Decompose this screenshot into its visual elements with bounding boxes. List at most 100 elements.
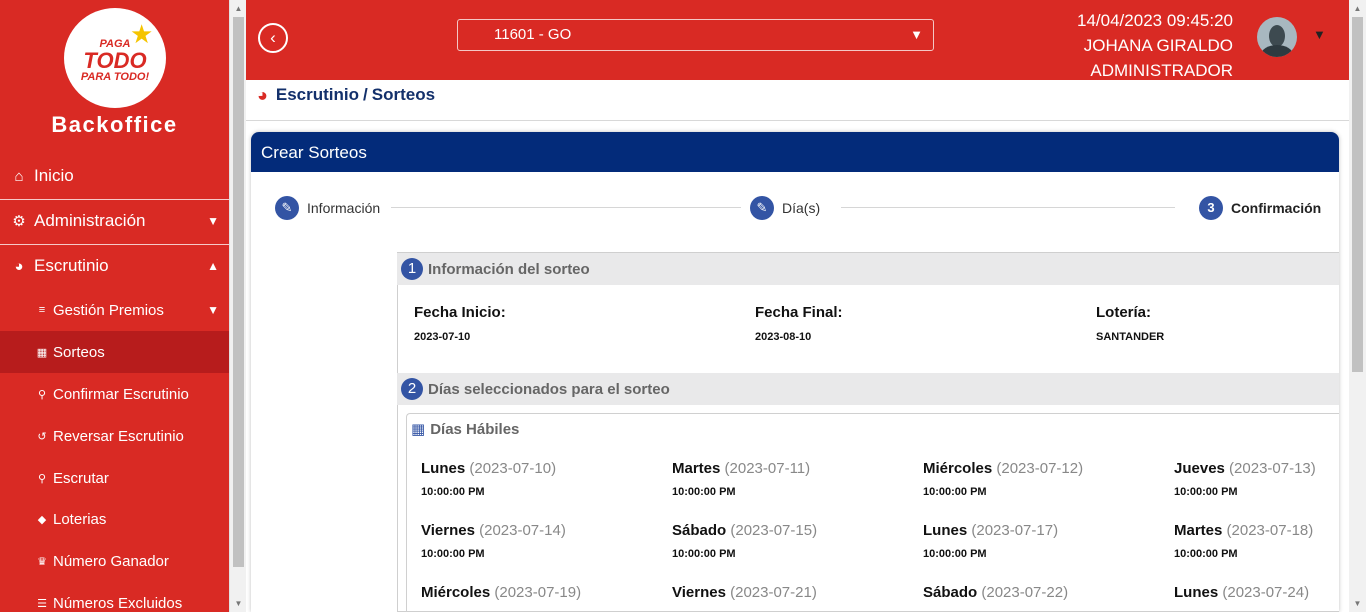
- business-days-box: [406, 413, 1339, 612]
- sidebar-item-label: Gestión Premios: [53, 301, 164, 319]
- scroll-down-arrow-icon[interactable]: ▼: [1349, 595, 1366, 612]
- logo-line-3: PARA TODO!: [80, 71, 150, 83]
- sidebar-item-label: Inicio: [34, 166, 74, 185]
- datetime: 14/04/2023 09:45:20: [1077, 11, 1233, 30]
- trophy-icon: ♛: [37, 555, 47, 568]
- day-weekday: Viernes: [421, 522, 475, 539]
- brand-title: Backoffice: [51, 112, 178, 137]
- sidebar-scrollbar[interactable]: ▲ ▼: [229, 0, 246, 612]
- scroll-up-arrow-icon[interactable]: ▲: [230, 0, 247, 17]
- field-label: Fecha Inicio:: [414, 304, 506, 321]
- day-date: (2023-07-15): [730, 522, 818, 539]
- sidebar-item-label: Sorteos: [53, 343, 105, 361]
- day-date: (2023-07-12): [996, 460, 1084, 477]
- gear-icon: ⚙: [12, 213, 26, 230]
- sidebar-item-escrutar[interactable]: ⚲ Escrutar: [0, 457, 229, 499]
- step-confirmacion[interactable]: 3 Confirmación: [1199, 196, 1321, 220]
- sidebar-item-escrutinio[interactable]: ◕ Escrutinio ▲: [0, 244, 229, 288]
- edit-icon: ✎: [750, 196, 774, 220]
- calendar-icon: ▦: [411, 421, 426, 438]
- user-menu-chevron-icon[interactable]: ▼: [1313, 27, 1326, 42]
- sidebar-item-label: Reversar Escrutinio: [53, 427, 184, 445]
- day-time: 10:00:00 PM: [1174, 486, 1238, 498]
- day-item: Miércoles (2023-07-19): [421, 584, 661, 601]
- scroll-down-arrow-icon[interactable]: ▼: [230, 595, 247, 612]
- day-date: (2023-07-17): [971, 522, 1059, 539]
- day-weekday: Viernes: [672, 584, 726, 601]
- logo-line-2: TODO: [83, 48, 147, 73]
- sidebar-item-reversar-escrutinio[interactable]: ↺ Reversar Escrutinio: [0, 415, 229, 457]
- section-header-info: 1 Información del sorteo: [397, 253, 1339, 285]
- day-weekday: Miércoles: [923, 460, 993, 477]
- day-date: (2023-07-22): [981, 584, 1069, 601]
- scrollbar-thumb[interactable]: [1352, 17, 1363, 372]
- day-date: (2023-07-21): [730, 584, 817, 601]
- day-time: 10:00:00 PM: [421, 548, 485, 560]
- day-date: (2023-07-13): [1229, 460, 1316, 477]
- step-dias[interactable]: ✎ Día(s): [750, 196, 820, 220]
- sidebar-item-confirmar-escrutinio[interactable]: ⚲ Confirmar Escrutinio: [0, 373, 229, 415]
- day-weekday: Lunes: [923, 522, 968, 539]
- scrollbar-thumb[interactable]: [233, 17, 244, 567]
- day-weekday: Sábado: [923, 584, 978, 601]
- step-connector: [391, 207, 741, 208]
- user-info: 14/04/2023 09:45:20 JOHANA GIRALDO ADMIN…: [1077, 8, 1233, 83]
- brand-logo[interactable]: ★ PAGA TODO PARA TODO!: [64, 8, 166, 108]
- field-loteria: Lotería: SANTANDER: [1096, 304, 1164, 343]
- calendar-icon: ▦: [36, 346, 48, 359]
- day-item: Sábado (2023-07-15) 10:00:00 PM: [672, 522, 912, 560]
- pie-chart-icon: ◕: [257, 84, 268, 105]
- home-icon: ⌂: [14, 167, 24, 185]
- day-time: 10:00:00 PM: [421, 486, 485, 498]
- day-item: Martes (2023-07-18) 10:00:00 PM: [1174, 522, 1339, 560]
- step-number: 3: [1199, 196, 1223, 220]
- sliders-icon: ≡: [38, 304, 46, 316]
- day-date: (2023-07-14): [479, 522, 566, 539]
- sidebar-item-numero-ganador[interactable]: ♛ Número Ganador: [0, 540, 229, 582]
- ticket-icon: ◆: [37, 513, 47, 526]
- top-bar: ‹ 11601 - GO ▼ 14/04/2023 09:45:20 JOHAN…: [246, 0, 1349, 80]
- sidebar-item-label: Números Excluidos: [53, 594, 183, 612]
- day-name: Viernes (2023-07-14): [421, 522, 661, 539]
- search-icon: ⚲: [37, 388, 47, 401]
- divider: [246, 120, 1349, 121]
- day-item: Lunes (2023-07-24): [1174, 584, 1339, 601]
- day-item: Viernes (2023-07-14) 10:00:00 PM: [421, 522, 661, 560]
- avatar[interactable]: [1257, 17, 1297, 57]
- business-days-label: Días Hábiles: [430, 420, 520, 438]
- sidebar-item-administracion[interactable]: ⚙ Administración ▼: [0, 199, 229, 243]
- back-button[interactable]: ‹: [258, 23, 288, 53]
- day-time: 10:00:00 PM: [923, 486, 987, 498]
- day-weekday: Miércoles: [421, 584, 491, 601]
- day-item: Martes (2023-07-11) 10:00:00 PM: [672, 460, 912, 498]
- day-date: (2023-07-11): [724, 460, 811, 477]
- chevron-up-icon: ▲: [207, 259, 219, 273]
- sidebar-item-label: Loterias: [53, 510, 107, 528]
- step-informacion[interactable]: ✎ Información: [275, 196, 380, 220]
- sidebar-item-numeros-excluidos[interactable]: ☰ Números Excluidos: [0, 582, 229, 612]
- sidebar-item-gestion-premios[interactable]: ≡ Gestión Premios ▼: [0, 289, 229, 331]
- sidebar-item-label: Escrutar: [53, 469, 109, 487]
- sidebar-item-inicio[interactable]: ⌂ Inicio: [0, 154, 229, 198]
- page-scrollbar[interactable]: ▲ ▼: [1349, 0, 1366, 612]
- day-date: (2023-07-10): [469, 460, 557, 477]
- breadcrumb-page: Sorteos: [371, 85, 436, 104]
- chevron-down-icon: ▼: [910, 27, 923, 42]
- scroll-up-arrow-icon[interactable]: ▲: [1349, 0, 1366, 17]
- office-select[interactable]: 11601 - GO ▼: [457, 19, 934, 51]
- pie-chart-icon: ◕: [14, 257, 24, 275]
- sidebar-item-label: Número Ganador: [53, 552, 169, 570]
- sidebar-item-label: Administración: [34, 211, 146, 230]
- day-name: Lunes (2023-07-17): [923, 522, 1163, 539]
- sidebar-item-sorteos[interactable]: ▦ Sorteos: [0, 331, 229, 373]
- day-weekday: Jueves: [1174, 460, 1225, 477]
- chevron-down-icon: ▼: [207, 303, 219, 317]
- sidebar-item-loterias[interactable]: ◆ Loterias: [0, 498, 229, 540]
- day-time: 10:00:00 PM: [1174, 548, 1238, 560]
- day-weekday: Martes: [672, 460, 721, 477]
- step-label: Información: [307, 200, 381, 216]
- day-item: Sábado (2023-07-22): [923, 584, 1163, 601]
- edit-icon: ✎: [275, 196, 299, 220]
- business-days-title: ▦ Días Hábiles: [411, 420, 520, 439]
- breadcrumb-section[interactable]: Escrutinio: [276, 85, 359, 105]
